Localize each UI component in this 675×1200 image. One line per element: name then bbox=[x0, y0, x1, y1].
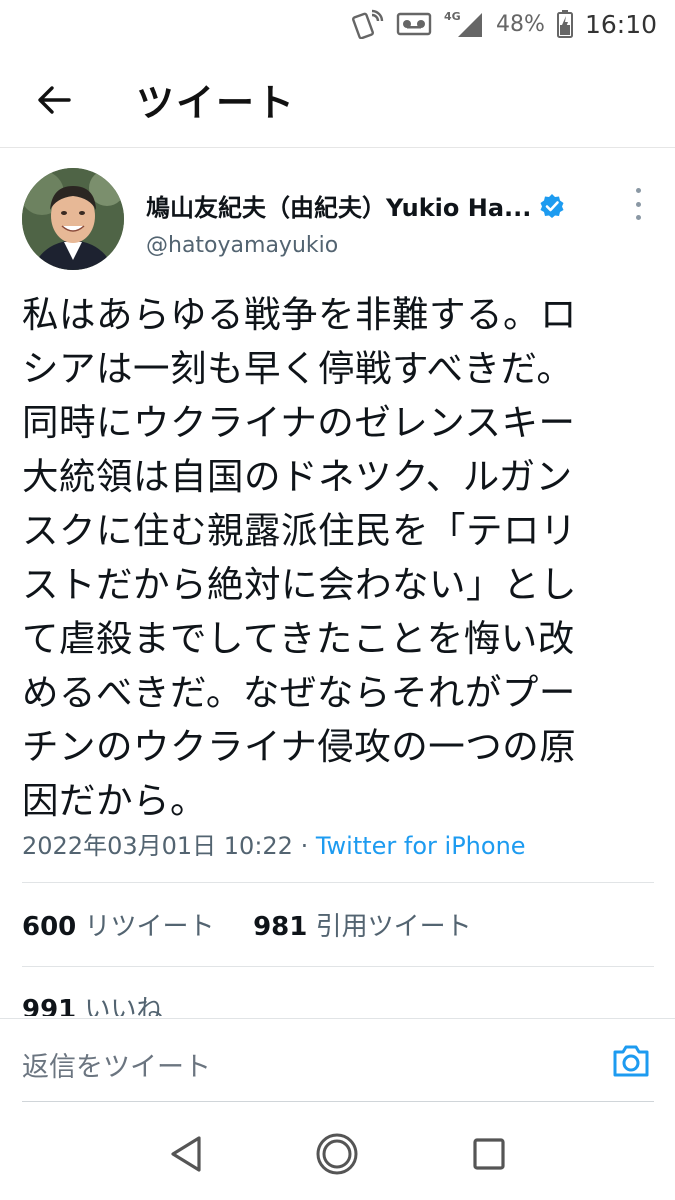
user-handle[interactable]: @hatoyamayukio bbox=[146, 233, 565, 258]
page-title: ツイート bbox=[136, 81, 297, 125]
recents-square-icon bbox=[473, 1138, 505, 1170]
tweet-author: 鳩山友紀夫（由紀夫）Yukio Ha... @hatoyamayukio bbox=[22, 168, 654, 280]
quotes-stat[interactable]: 981 引用ツイート bbox=[253, 912, 472, 942]
retweets-count: 600 bbox=[22, 912, 77, 942]
nfc-icon bbox=[352, 9, 384, 39]
tweet-stats: 600 リツイート 981 引用ツイート bbox=[22, 906, 472, 943]
nav-home-button[interactable] bbox=[307, 1124, 367, 1184]
likes-count: 991 bbox=[22, 995, 77, 1016]
quotes-label: 引用ツイート bbox=[315, 912, 472, 942]
app-header: ツイート bbox=[0, 52, 675, 148]
tweet-meta: 2022年03月01日 10:22 · Twitter for iPhone bbox=[22, 826, 526, 861]
display-name[interactable]: 鳩山友紀夫（由紀夫）Yukio Ha... bbox=[146, 188, 531, 223]
tweet-timestamp[interactable]: 2022年03月01日 10:22 bbox=[22, 832, 293, 860]
tweet-source-link[interactable]: Twitter for iPhone bbox=[316, 832, 526, 860]
nav-back-button[interactable] bbox=[156, 1124, 216, 1184]
verified-badge-icon bbox=[539, 193, 565, 219]
network-type-label: 4G bbox=[444, 10, 461, 23]
reply-bar: 返信をツイート bbox=[0, 1018, 675, 1108]
more-options-icon[interactable] bbox=[630, 188, 646, 220]
back-button[interactable] bbox=[24, 70, 84, 130]
quotes-count: 981 bbox=[253, 912, 308, 942]
reply-input[interactable]: 返信をツイート bbox=[22, 1045, 211, 1084]
battery-icon bbox=[556, 10, 573, 38]
meta-separator: · bbox=[292, 832, 316, 860]
tweet-text: 私はあらゆる戦争を非難する。ロ シアは一刻も早く停戦すべきだ。 同時にウクライナ… bbox=[22, 293, 577, 822]
retweets-stat[interactable]: 600 リツイート bbox=[22, 912, 215, 942]
camera-icon bbox=[613, 1045, 649, 1077]
back-triangle-icon bbox=[171, 1136, 201, 1172]
nav-recents-button[interactable] bbox=[459, 1124, 519, 1184]
divider bbox=[22, 882, 654, 883]
likes-stat[interactable]: 991 いいね bbox=[22, 992, 163, 1016]
battery-percent: 48% bbox=[496, 11, 545, 37]
retweets-label: リツイート bbox=[84, 912, 215, 942]
reply-underline bbox=[22, 1101, 654, 1102]
system-nav-bar bbox=[0, 1108, 675, 1200]
status-bar: 4G 48% 16:10 bbox=[0, 0, 675, 48]
tweet: 鳩山友紀夫（由紀夫）Yukio Ha... @hatoyamayukio 私はあ… bbox=[22, 168, 654, 828]
divider bbox=[22, 966, 654, 967]
voicemail-icon bbox=[396, 11, 432, 37]
signal-icon: 4G bbox=[444, 9, 484, 39]
arrow-left-icon bbox=[38, 85, 71, 114]
avatar[interactable] bbox=[22, 168, 124, 270]
camera-button[interactable] bbox=[611, 1043, 651, 1083]
clock: 16:10 bbox=[584, 9, 657, 39]
home-circle-icon bbox=[316, 1133, 358, 1175]
likes-label: いいね bbox=[84, 995, 163, 1016]
